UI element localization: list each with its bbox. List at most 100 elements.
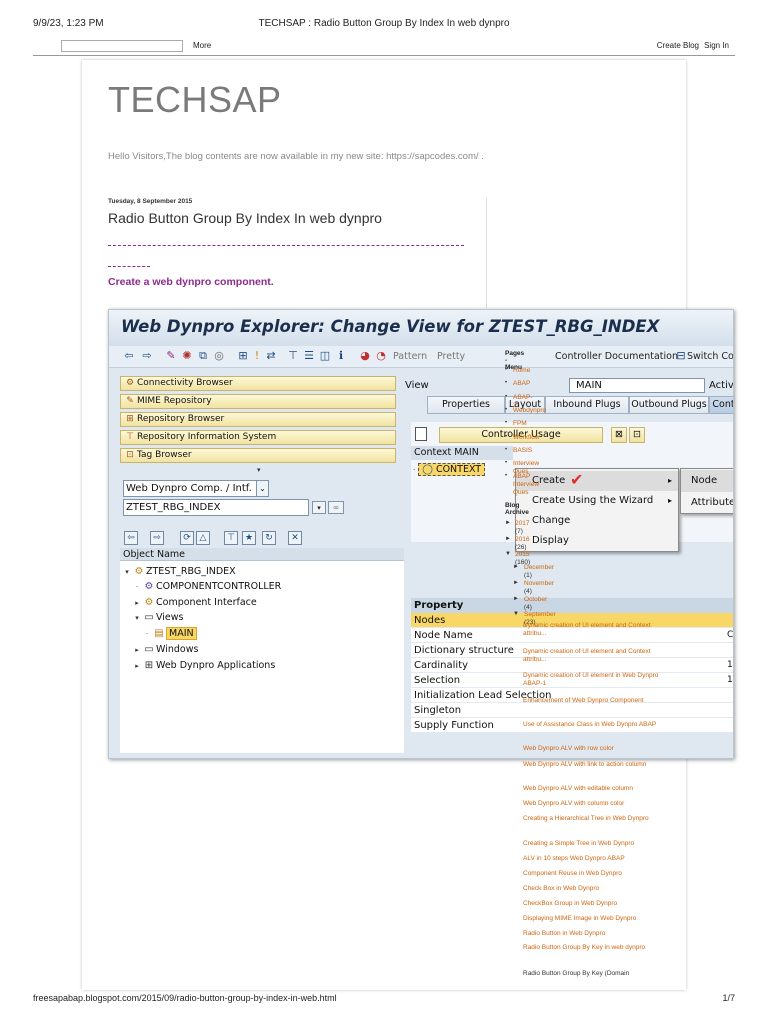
archive-post-link[interactable]: Creating a Simple Tree in Web Dynpro xyxy=(523,840,673,848)
tag-browser-button[interactable]: ⊡ Tag Browser xyxy=(120,448,396,463)
page-link-home[interactable]: Home xyxy=(513,367,530,375)
collapsed-arrow-icon[interactable]: ► xyxy=(513,580,519,586)
tree-row-views[interactable]: ▾ ▭ Views xyxy=(132,610,183,626)
tab-inbound-plugs[interactable]: Inbound Plugs xyxy=(545,396,629,414)
binoculars-icon[interactable]: ⊠ xyxy=(611,427,627,443)
expand-icon[interactable]: ▸ xyxy=(132,596,142,611)
archive-month-november[interactable]: November (4) xyxy=(524,580,554,596)
archive-post-link[interactable]: Dynamic creation of UI element in Web Dy… xyxy=(523,672,663,688)
archive-post-link[interactable]: Radio Button Group By Key in web dynpro xyxy=(523,944,663,952)
navbar-search-input[interactable] xyxy=(61,40,183,52)
document-icon[interactable] xyxy=(415,427,427,441)
chevron-down-icon[interactable]: ⌄ xyxy=(256,481,268,496)
menu-item-change[interactable]: Change xyxy=(516,511,678,531)
expand-icon[interactable]: ▸ xyxy=(132,659,142,674)
collapsed-arrow-icon[interactable]: ► xyxy=(513,596,519,602)
submenu-item-node[interactable]: Node xyxy=(681,470,733,492)
tree-row-componentcontroller[interactable]: · ⚙ COMPONENTCONTROLLER xyxy=(132,579,281,594)
archive-post-link[interactable]: Web Dynpro ALV with row color xyxy=(523,745,663,753)
tree-row-main[interactable]: · ▤ MAIN xyxy=(142,626,197,641)
expanded-arrow-icon[interactable]: ▼ xyxy=(513,611,519,617)
collapsed-arrow-icon[interactable]: ► xyxy=(505,536,511,542)
up-level-icon[interactable]: △ xyxy=(196,531,210,545)
refresh-icon[interactable]: ⟳ xyxy=(180,531,194,545)
page-link-basis[interactable]: BASIS xyxy=(513,447,532,455)
object-list-icon[interactable]: ⧉ xyxy=(197,350,209,362)
archive-month-october[interactable]: October (4) xyxy=(524,596,547,612)
hierarchy-icon[interactable]: ⊞ xyxy=(237,350,249,362)
tree-row-component-interface[interactable]: ▸ ⚙ Component Interface xyxy=(132,595,256,611)
pattern-button[interactable]: Pattern xyxy=(393,351,427,362)
view-name-input[interactable]: MAIN xyxy=(569,378,705,393)
archive-post-link[interactable]: Component Reuse in Web Dynpro xyxy=(523,870,673,878)
archive-post-link[interactable]: CheckBox Group in Web Dynpro xyxy=(523,900,673,908)
archive-year-2017[interactable]: 2017 (7) xyxy=(515,520,529,536)
archive-post-link[interactable]: Web Dynpro ALV with editable column xyxy=(523,785,673,793)
submenu-item-attribute[interactable]: Attribute xyxy=(681,492,733,514)
info-icon[interactable]: ℹ xyxy=(335,350,347,362)
expand-icon[interactable]: ▾ xyxy=(132,611,142,626)
where-used-icon[interactable]: ◎ xyxy=(213,350,225,362)
archive-post-link[interactable]: Dynamic creation of UI element and Conte… xyxy=(523,622,663,638)
test-icon[interactable]: ⇄ xyxy=(265,350,277,362)
menu-item-create[interactable]: Create ▸ xyxy=(516,471,678,491)
object-type-select[interactable]: Web Dynpro Comp. / Intf. ⌄ xyxy=(123,480,269,497)
tree-icon[interactable]: ⊤ xyxy=(287,350,299,362)
sync-icon[interactable]: ↻ xyxy=(262,531,276,545)
mapping-icon[interactable]: ⊡ xyxy=(629,427,645,443)
expand-icon[interactable]: ▸ xyxy=(132,643,142,658)
more-link[interactable]: More xyxy=(193,41,211,50)
page-link-workflow[interactable]: Workflow xyxy=(513,434,540,442)
page-link-abap[interactable]: ABAP xyxy=(513,380,530,388)
archive-post-link[interactable]: Displaying MIME Image in Web Dynpro xyxy=(523,915,673,923)
archive-post-link[interactable]: Web Dynpro ALV with column color xyxy=(523,800,673,808)
previous-object-icon[interactable]: ⇦ xyxy=(124,531,138,545)
close-icon[interactable]: ✕ xyxy=(288,531,302,545)
archive-post-link[interactable]: ALV in 10 steps Web Dynpro ABAP xyxy=(523,855,673,863)
display-glasses-icon[interactable]: ∞ xyxy=(328,501,344,514)
info-marker-icon[interactable]: ǃ xyxy=(251,350,263,362)
connectivity-browser-button[interactable]: ⚙ Connectivity Browser xyxy=(120,376,396,391)
expanded-arrow-icon[interactable]: ▼ xyxy=(505,551,511,557)
repository-browser-button[interactable]: ⊞ Repository Browser xyxy=(120,412,396,427)
switch-icon[interactable]: ⊟ xyxy=(675,350,687,362)
archive-post-link[interactable]: Web Dynpro ALV with link to action colum… xyxy=(523,761,663,769)
menu-item-display[interactable]: Display xyxy=(516,531,678,551)
expand-icon[interactable]: ▾ xyxy=(122,565,132,580)
post-title[interactable]: Radio Button Group By Index In web dynpr… xyxy=(108,210,382,226)
archive-year-2016[interactable]: 2016 (26) xyxy=(515,536,529,552)
object-name-input[interactable]: ZTEST_RBG_INDEX xyxy=(123,499,309,516)
settings-circle-icon[interactable]: ◔ xyxy=(375,350,387,362)
collapsed-arrow-icon[interactable]: ► xyxy=(505,520,511,526)
archive-post-link[interactable]: Enhancement of Web Dynpro Component xyxy=(523,697,663,705)
tree-row-windows[interactable]: ▸ ▭ Windows xyxy=(132,642,198,657)
mime-repository-button[interactable]: ✎ MIME Repository xyxy=(120,394,396,409)
page-link-abap-interview[interactable]: ABAP Interview Ques xyxy=(513,473,539,497)
menu-item-create-wizard[interactable]: Create Using the Wizard ▸ xyxy=(516,491,678,511)
dropdown-button[interactable]: ▾ xyxy=(312,501,326,514)
favorites-icon[interactable]: ★ xyxy=(242,531,256,545)
page-link-webdynpro[interactable]: Webdynpro xyxy=(513,407,546,415)
help-circle-icon[interactable]: ◕ xyxy=(359,350,371,362)
activate-icon[interactable]: ✺ xyxy=(181,350,193,362)
structure-icon[interactable]: ⊤ xyxy=(224,531,238,545)
window-icon[interactable]: ◫ xyxy=(319,350,331,362)
controller-documentation-button[interactable]: Controller Documentation xyxy=(555,351,678,362)
create-blog-link[interactable]: Create Blog xyxy=(657,41,699,50)
layout-icon[interactable]: ☰ xyxy=(303,350,315,362)
repository-info-system-button[interactable]: ⊤ Repository Information System xyxy=(120,430,396,445)
archive-post-link[interactable]: Use of Assistance Class in Web Dynpro AB… xyxy=(523,721,663,729)
collapse-arrow-icon[interactable]: ▾ xyxy=(257,466,261,474)
next-object-icon[interactable]: ⇨ xyxy=(150,531,164,545)
tree-row-applications[interactable]: ▸ ⊞ Web Dynpro Applications xyxy=(132,658,275,673)
edit-toggle-icon[interactable]: ✎ xyxy=(165,350,177,362)
pretty-printer-button[interactable]: Pretty xyxy=(437,351,465,362)
context-root-node[interactable]: · ◯ CONTEXT xyxy=(413,462,486,477)
archive-post-link[interactable]: Creating a Hierarchical Tree in Web Dynp… xyxy=(523,815,663,823)
collapsed-arrow-icon[interactable]: ► xyxy=(513,564,519,570)
forward-arrow-icon[interactable]: ⇨ xyxy=(141,350,153,362)
property-row-singleton[interactable]: Singleton xyxy=(411,703,733,718)
tab-properties[interactable]: Properties xyxy=(427,396,505,414)
blog-title[interactable]: TECHSAP xyxy=(108,79,282,121)
tree-row-component[interactable]: ▾ ⚙ ZTEST_RBG_INDEX xyxy=(122,564,235,580)
